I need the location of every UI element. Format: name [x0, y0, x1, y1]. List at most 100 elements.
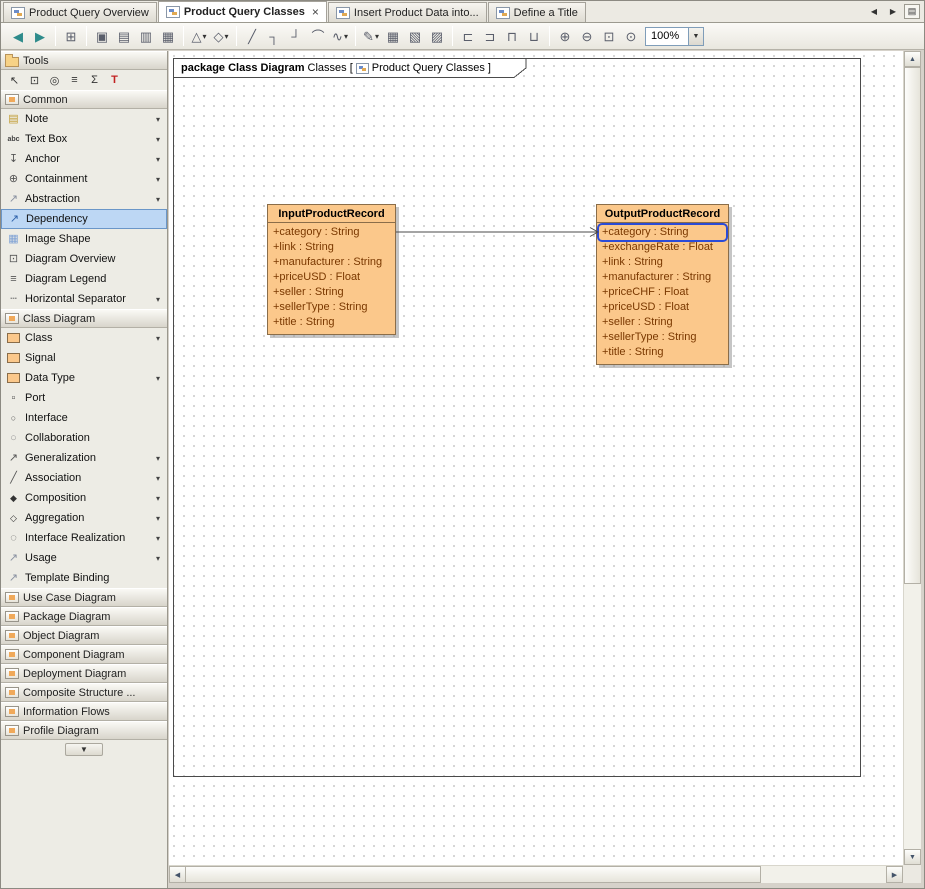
palette-item-horizontal-separator[interactable]: Horizontal Separator▾: [1, 289, 167, 309]
class-attribute[interactable]: +title : String: [599, 345, 726, 360]
palette-section-composite-structure[interactable]: Composite Structure ...: [1, 683, 167, 702]
back-button[interactable]: ◀: [7, 25, 29, 47]
palette-section-deployment-diagram[interactable]: Deployment Diagram: [1, 664, 167, 683]
align-tool-button[interactable]: ≡: [66, 72, 83, 88]
palette-section-package-diagram[interactable]: Package Diagram: [1, 607, 167, 626]
palette-item-collaboration[interactable]: Collaboration: [1, 428, 167, 448]
palette-item-class[interactable]: Class▾: [1, 328, 167, 348]
palette-item-composition[interactable]: Composition▾: [1, 488, 167, 508]
document-tab-insert-product-data-into[interactable]: Insert Product Data into...: [328, 2, 487, 22]
copy-button[interactable]: ▣: [91, 25, 113, 47]
palette-item-dependency[interactable]: Dependency: [1, 209, 167, 229]
tab-list-button[interactable]: ▤: [904, 4, 920, 19]
chevron-down-icon[interactable]: ▾: [152, 195, 164, 204]
class-attribute[interactable]: +title : String: [270, 315, 393, 330]
vertical-scrollbar-thumb[interactable]: [904, 67, 921, 584]
document-tab-define-a-title[interactable]: Define a Title: [488, 2, 586, 22]
align-top-button[interactable]: ⊓: [501, 25, 523, 47]
palette-item-generalization[interactable]: Generalization▾: [1, 448, 167, 468]
class-attribute[interactable]: +sellerType : String: [599, 330, 726, 345]
chevron-down-icon[interactable]: ▾: [152, 155, 164, 164]
scroll-up-button[interactable]: ▲: [904, 51, 921, 67]
align-left-button[interactable]: ⊏: [457, 25, 479, 47]
scroll-left-button[interactable]: ◀: [169, 866, 186, 883]
chevron-down-icon[interactable]: ▾: [152, 494, 164, 503]
scroll-tabs-left-button[interactable]: ◀: [866, 4, 882, 19]
zoom-level-combobox[interactable]: 100% ▼: [645, 27, 704, 46]
class-outputproductrecord[interactable]: OutputProductRecord+category : String+ex…: [596, 204, 729, 365]
palette-item-interface[interactable]: Interface: [1, 408, 167, 428]
tab-close-icon[interactable]: ×: [312, 6, 319, 18]
palette-item-abstraction[interactable]: Abstraction▾: [1, 189, 167, 209]
palette-item-aggregation[interactable]: Aggregation▾: [1, 508, 167, 528]
class-attribute[interactable]: +category : String: [599, 225, 726, 240]
pointer-tool-button[interactable]: ↖: [6, 72, 23, 88]
class-attribute[interactable]: +seller : String: [270, 285, 393, 300]
palette-item-interface-realization[interactable]: Interface Realization▾: [1, 528, 167, 548]
show-grid-button[interactable]: ▦: [382, 25, 404, 47]
class-attribute[interactable]: +seller : String: [599, 315, 726, 330]
spline-path-button[interactable]: ∿▾: [329, 25, 351, 47]
palette-item-signal[interactable]: Signal: [1, 348, 167, 368]
palette-item-association[interactable]: Association▾: [1, 468, 167, 488]
paste-special-button[interactable]: ▦: [157, 25, 179, 47]
palette-section-profile-diagram[interactable]: Profile Diagram: [1, 721, 167, 740]
document-tab-product-query-overview[interactable]: Product Query Overview: [3, 2, 157, 22]
class-attribute[interactable]: +exchangeRate : Float: [599, 240, 726, 255]
sticky-tool-button[interactable]: ◎: [46, 72, 63, 88]
palette-section-common[interactable]: Common: [1, 90, 167, 109]
bent-path-button[interactable]: ┘: [285, 25, 307, 47]
chevron-down-icon[interactable]: ▾: [152, 135, 164, 144]
curved-path-button[interactable]: ⌒: [307, 25, 329, 47]
palette-section-component-diagram[interactable]: Component Diagram: [1, 645, 167, 664]
chevron-down-icon[interactable]: ▾: [152, 115, 164, 124]
palette-item-data-type[interactable]: Data Type▾: [1, 368, 167, 388]
chevron-down-icon[interactable]: ▾: [152, 175, 164, 184]
palette-section-use-case-diagram[interactable]: Use Case Diagram: [1, 588, 167, 607]
tools-section-header[interactable]: Tools: [1, 51, 167, 70]
chevron-down-icon[interactable]: ▾: [152, 454, 164, 463]
chevron-down-icon[interactable]: ▾: [152, 554, 164, 563]
class-attribute[interactable]: +link : String: [599, 255, 726, 270]
palette-item-port[interactable]: Port: [1, 388, 167, 408]
vertical-scrollbar[interactable]: ▲ ▼: [903, 51, 921, 865]
palette-item-diagram-legend[interactable]: Diagram Legend: [1, 269, 167, 289]
chevron-down-icon[interactable]: ▾: [152, 334, 164, 343]
align-bottom-button[interactable]: ⊔: [523, 25, 545, 47]
forward-button[interactable]: ▶: [29, 25, 51, 47]
class-attribute[interactable]: +manufacturer : String: [270, 255, 393, 270]
relation-creation-button[interactable]: ◇▾: [210, 25, 232, 47]
zoom-in-button[interactable]: ⊕: [554, 25, 576, 47]
zoom-out-button[interactable]: ⊖: [576, 25, 598, 47]
horizontal-scrollbar[interactable]: ◀ ▶: [169, 865, 903, 883]
chevron-down-icon[interactable]: ▾: [152, 474, 164, 483]
palette-item-containment[interactable]: Containment▾: [1, 169, 167, 189]
fit-in-window-button[interactable]: ⊡: [598, 25, 620, 47]
document-tab-product-query-classes[interactable]: Product Query Classes×: [158, 1, 327, 22]
palette-section-object-diagram[interactable]: Object Diagram: [1, 626, 167, 645]
palette-scroll-down-button[interactable]: ▼: [65, 743, 103, 756]
quick-style-button[interactable]: ✎▾: [360, 25, 382, 47]
diagram-canvas[interactable]: package Class Diagram Classes [ Product …: [169, 51, 903, 865]
chevron-down-icon[interactable]: ▾: [152, 374, 164, 383]
class-inputproductrecord[interactable]: InputProductRecord+category : String+lin…: [267, 204, 396, 335]
palette-section-information-flows[interactable]: Information Flows: [1, 702, 167, 721]
class-attribute[interactable]: +manufacturer : String: [599, 270, 726, 285]
class-attribute[interactable]: +sellerType : String: [270, 300, 393, 315]
select-in-containment-tree-button[interactable]: ⊞: [60, 25, 82, 47]
rectilinear-path-button[interactable]: ┐: [263, 25, 285, 47]
class-attribute[interactable]: +category : String: [270, 225, 393, 240]
scroll-down-button[interactable]: ▼: [904, 849, 921, 865]
palette-section-class-diagram[interactable]: Class Diagram: [1, 309, 167, 328]
scroll-right-button[interactable]: ▶: [886, 866, 903, 883]
scroll-tabs-right-button[interactable]: ▶: [885, 4, 901, 19]
order-tool-button[interactable]: Σ: [86, 72, 103, 88]
palette-item-note[interactable]: Note▾: [1, 109, 167, 129]
palette-item-image-shape[interactable]: Image Shape: [1, 229, 167, 249]
class-attribute[interactable]: +link : String: [270, 240, 393, 255]
oblique-path-button[interactable]: ╱: [241, 25, 263, 47]
marquee-tool-button[interactable]: ⊡: [26, 72, 43, 88]
paste-button[interactable]: ▤: [113, 25, 135, 47]
text-tool-button[interactable]: T: [106, 72, 123, 88]
chevron-down-icon[interactable]: ▼: [688, 28, 703, 45]
